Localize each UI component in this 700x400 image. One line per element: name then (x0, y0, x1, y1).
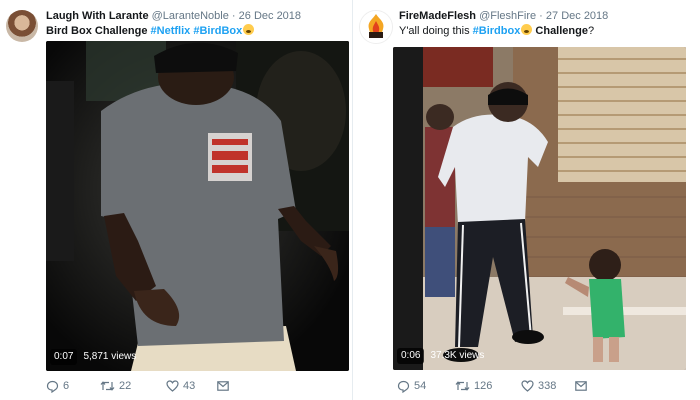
reply-icon (46, 380, 59, 393)
tweet-date[interactable]: 26 Dec 2018 (239, 10, 301, 22)
video-player[interactable]: 0:06 37.3K views (393, 47, 686, 370)
tweet-text-prefix: Bird Box Challenge (46, 25, 151, 37)
tweet-text: Bird Box Challenge #Netflix #BirdBox (46, 24, 255, 38)
tweet-text-prefix: Y'all doing this (399, 25, 473, 37)
retweet-count: 126 (474, 380, 493, 392)
video-duration: 0:06 (397, 348, 425, 364)
heart-icon (521, 380, 534, 392)
tweet-1: Laugh With Larante @LaranteNoble · 26 De… (0, 0, 352, 400)
grimacing-emoji-icon (243, 24, 255, 35)
view-count: 37.3K views (430, 350, 485, 361)
tweet-text-end: ? (587, 25, 595, 37)
separator-dot: · (539, 10, 543, 22)
view-count: 5,871 views (83, 351, 137, 362)
video-overlay: 0:06 37.3K views (397, 348, 484, 364)
author-handle[interactable]: @LaranteNoble (152, 10, 229, 22)
envelope-icon (575, 381, 587, 391)
direct-message-button[interactable] (217, 381, 229, 391)
tweet-header: Laugh With Larante @LaranteNoble · 26 De… (6, 8, 348, 44)
like-button[interactable]: 338 (521, 380, 575, 392)
reply-icon (397, 380, 410, 393)
video-player[interactable]: 0:07 5,871 views (46, 41, 349, 371)
envelope-icon (217, 381, 229, 391)
tweet-actions: 6 22 43 (46, 378, 229, 394)
heart-icon (166, 380, 179, 392)
reply-button[interactable]: 54 (397, 380, 455, 393)
tweet-date[interactable]: 27 Dec 2018 (546, 10, 608, 22)
tweet-header: FireMadeFlesh @FleshFire · 27 Dec 2018 Y… (359, 8, 697, 44)
direct-message-button[interactable] (575, 381, 587, 391)
like-button[interactable]: 43 (166, 380, 217, 392)
author-name[interactable]: Laugh With Larante (46, 10, 149, 22)
avatar[interactable] (6, 10, 38, 42)
tweet-text: Y'all doing this #Birdbox Challenge? (399, 24, 594, 38)
tweet-text-suffix: Challenge (532, 25, 588, 37)
retweet-button[interactable]: 126 (455, 380, 521, 392)
avatar-logo (360, 11, 392, 43)
tweet-actions: 54 126 338 (397, 378, 587, 394)
separator-dot: · (231, 10, 236, 22)
author-name[interactable]: FireMadeFlesh (399, 10, 476, 22)
like-count: 43 (183, 380, 196, 392)
video-overlay: 0:07 5,871 views (50, 349, 136, 365)
hashtag-link[interactable]: #Netflix (151, 25, 191, 37)
author-handle[interactable]: @FleshFire (479, 10, 536, 22)
tweet-meta: FireMadeFlesh @FleshFire · 27 Dec 2018 (399, 10, 608, 23)
reply-count: 54 (414, 380, 427, 392)
retweet-button[interactable]: 22 (100, 380, 166, 392)
avatar[interactable] (359, 10, 393, 44)
reply-count: 6 (63, 380, 70, 392)
retweet-icon (455, 381, 470, 391)
tweet-meta: Laugh With Larante @LaranteNoble · 26 De… (46, 10, 301, 23)
video-duration: 0:07 (50, 349, 78, 365)
video-frame (46, 41, 349, 371)
video-frame (393, 47, 686, 370)
reply-button[interactable]: 6 (46, 380, 100, 393)
like-count: 338 (538, 380, 557, 392)
hashtag-link[interactable]: #BirdBox (193, 25, 242, 37)
retweet-count: 22 (119, 380, 132, 392)
grimacing-emoji-icon (521, 24, 533, 35)
hashtag-link[interactable]: #Birdbox (473, 25, 521, 37)
tweet-2: FireMadeFlesh @FleshFire · 27 Dec 2018 Y… (352, 0, 700, 400)
retweet-icon (100, 381, 115, 391)
